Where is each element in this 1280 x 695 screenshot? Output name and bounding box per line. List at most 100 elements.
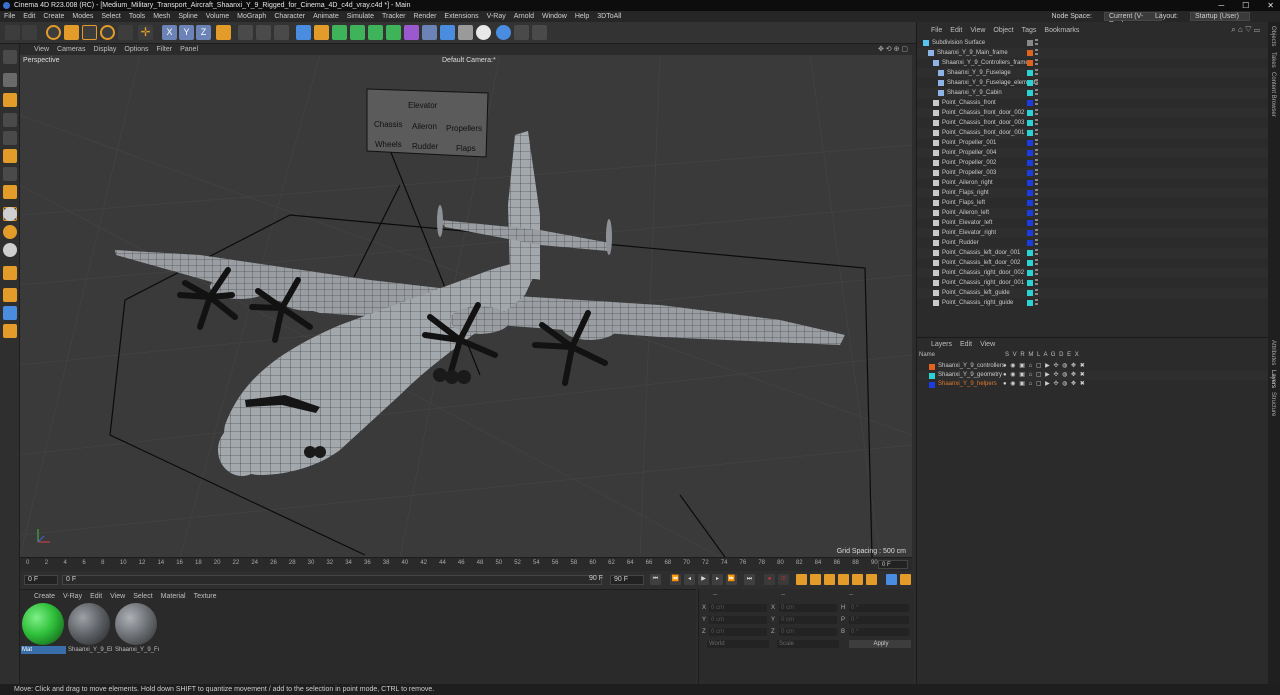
vray-frame-buffer-icon[interactable] <box>532 25 547 40</box>
axis-mode-icon[interactable] <box>3 185 17 199</box>
deformer-icon[interactable] <box>404 25 419 40</box>
max-frame-field[interactable]: 90 F <box>610 575 644 585</box>
layer-flags-icon[interactable]: ● ◉ ▣ ⌂ ▢ ▶ ✣ ◍ ✥ ✖ <box>1003 380 1086 389</box>
mat-menu-edit[interactable]: Edit <box>90 592 102 601</box>
layer-color-swatch[interactable] <box>1027 150 1033 156</box>
layer-color-swatch[interactable] <box>1027 260 1033 266</box>
object-row[interactable]: Point_Propeller_004 <box>917 148 1269 158</box>
layer-name[interactable]: Shaanxi_Y_9_helpers <box>938 380 997 389</box>
object-row[interactable]: Point_Rudder <box>917 238 1269 248</box>
layer-color-swatch[interactable] <box>929 382 935 388</box>
layer-color-swatch[interactable] <box>1027 190 1033 196</box>
node-space-dropdown[interactable]: Current (V-Ray) <box>1104 12 1162 28</box>
visibility-dots-icon[interactable] <box>1035 119 1038 127</box>
shaanxi-y9-aircraft[interactable] <box>115 131 845 476</box>
locked-workplane-icon[interactable] <box>3 324 17 338</box>
object-name[interactable]: Point_Rudder <box>942 238 979 248</box>
visibility-dots-icon[interactable] <box>1035 229 1038 237</box>
object-row[interactable]: Shaanxi_Y_9_Fuselage_elements <box>917 78 1269 88</box>
visibility-dots-icon[interactable] <box>1035 109 1038 117</box>
visibility-dots-icon[interactable] <box>1035 209 1038 217</box>
object-row[interactable]: Point_Aileron_left <box>917 208 1269 218</box>
size-z-field[interactable]: 0 cm <box>779 628 837 636</box>
layer-color-swatch[interactable] <box>1027 110 1033 116</box>
vray-render-icon[interactable] <box>514 25 529 40</box>
obj-menu-tags[interactable]: Tags <box>1022 25 1037 36</box>
layer-menu-edit[interactable]: Edit <box>960 340 972 349</box>
object-name[interactable]: Point_Chassis_right_door_001 <box>942 278 1024 288</box>
search-icon[interactable]: ⌕ ⌂ ▽ ▭ <box>1231 25 1260 35</box>
object-row[interactable]: Point_Chassis_front <box>917 98 1269 108</box>
object-row[interactable]: Point_Chassis_front_door_003 <box>917 118 1269 128</box>
menu-tracker[interactable]: Tracker <box>382 11 405 22</box>
layer-color-swatch[interactable] <box>929 373 935 379</box>
workplane-icon[interactable] <box>3 266 17 280</box>
polygons-mode-icon[interactable] <box>3 149 17 163</box>
layer-color-swatch[interactable] <box>1027 160 1033 166</box>
menu-select[interactable]: Select <box>101 11 120 22</box>
recent-tool-icon[interactable] <box>118 25 133 40</box>
object-name[interactable]: Point_Chassis_left_door_001 <box>942 248 1020 258</box>
object-row[interactable]: Point_Aileron_right <box>917 178 1269 188</box>
visibility-dots-icon[interactable] <box>1035 159 1038 167</box>
visibility-dots-icon[interactable] <box>1035 169 1038 177</box>
layer-color-swatch[interactable] <box>1027 140 1033 146</box>
live-selection-icon[interactable] <box>46 25 61 40</box>
layer-menu-view[interactable]: View <box>980 340 995 349</box>
object-row[interactable]: Shaanxi_Y_9_Cabin <box>917 88 1269 98</box>
menu-mesh[interactable]: Mesh <box>153 11 170 22</box>
viewport-menu-display[interactable]: Display <box>93 44 116 55</box>
layer-color-swatch[interactable] <box>1027 90 1033 96</box>
object-name[interactable]: Point_Elevator_left <box>942 218 992 228</box>
visibility-dots-icon[interactable] <box>1035 289 1038 297</box>
next-frame-icon[interactable]: ▸ <box>712 574 723 585</box>
camera-icon[interactable] <box>458 25 473 40</box>
quantize-icon[interactable] <box>3 306 17 320</box>
object-name[interactable]: Point_Chassis_front_door_001 <box>942 128 1024 138</box>
timeline-window-icon[interactable] <box>886 574 897 585</box>
solo-selection-icon[interactable] <box>3 243 17 257</box>
pen-spline-icon[interactable] <box>314 25 329 40</box>
mat-menu-create[interactable]: Create <box>34 592 55 601</box>
viewport-navigation-icon[interactable]: ✥ ⟲ ⊕ ▢ <box>878 44 908 55</box>
field-icon[interactable] <box>422 25 437 40</box>
x-axis-icon[interactable]: X <box>162 25 177 40</box>
move-tool-icon[interactable] <box>64 25 79 40</box>
visibility-dots-icon[interactable] <box>1035 279 1038 287</box>
menu-window[interactable]: Window <box>542 11 567 22</box>
menu-character[interactable]: Character <box>274 11 305 22</box>
key-parameter-icon[interactable] <box>852 574 863 585</box>
layer-row[interactable]: Shaanxi_Y_9_geometry ● ◉ ▣ ⌂ ▢ ▶ ✣ ◍ ✥ ✖ <box>917 371 1269 380</box>
rotation-h-field[interactable]: 0 ° <box>849 604 909 612</box>
position-z-field[interactable]: 0 cm <box>709 628 767 636</box>
minimize-button[interactable]: ─ <box>1218 0 1224 11</box>
menu-render[interactable]: Render <box>413 11 436 22</box>
object-row[interactable]: Point_Chassis_left_door_002 <box>917 258 1269 268</box>
layout-dropdown[interactable]: Startup (User) <box>1190 12 1250 21</box>
material-mat[interactable]: Mat <box>21 603 66 657</box>
menu-tools[interactable]: Tools <box>129 11 145 22</box>
layer-row[interactable]: Shaanxi_Y_9_controllers ● ◉ ▣ ⌂ ▢ ▶ ✣ ◍ ✥… <box>917 362 1269 371</box>
menu-volume[interactable]: Volume <box>206 11 229 22</box>
floor-icon[interactable] <box>440 25 455 40</box>
visibility-dots-icon[interactable] <box>1035 259 1038 267</box>
menu-edit[interactable]: Edit <box>23 11 35 22</box>
solo-hierarchy-icon[interactable] <box>3 225 17 239</box>
timeline-ruler[interactable]: 0 2 4 6 8 10 12 14 16 18 20 22 24 26 28 30 32 34 36 38 40 42 4… <box>20 557 912 571</box>
autokey-icon[interactable]: ⊙ <box>778 574 789 585</box>
coord-system-dropdown[interactable]: World <box>707 640 769 648</box>
object-name[interactable]: Shaanxi_Y_9_Fuselage <box>947 68 1011 78</box>
extrude-icon[interactable] <box>350 25 365 40</box>
y-axis-icon[interactable]: Y <box>179 25 194 40</box>
tab-structure[interactable]: Structure <box>1270 392 1276 416</box>
goto-end-icon[interactable]: ⏭ <box>744 574 755 585</box>
viewport-menu-view[interactable]: View <box>34 44 49 55</box>
menu-arnold[interactable]: Arnold <box>514 11 534 22</box>
layer-color-swatch[interactable] <box>1027 210 1033 216</box>
play-icon[interactable]: ▶ <box>698 574 709 585</box>
visibility-dots-icon[interactable] <box>1035 179 1038 187</box>
object-row[interactable]: Point_Flaps_left <box>917 198 1269 208</box>
object-row[interactable]: Shaanxi_Y_9_Fuselage <box>917 68 1269 78</box>
visibility-dots-icon[interactable] <box>1035 249 1038 257</box>
maximize-button[interactable]: ☐ <box>1242 0 1249 11</box>
